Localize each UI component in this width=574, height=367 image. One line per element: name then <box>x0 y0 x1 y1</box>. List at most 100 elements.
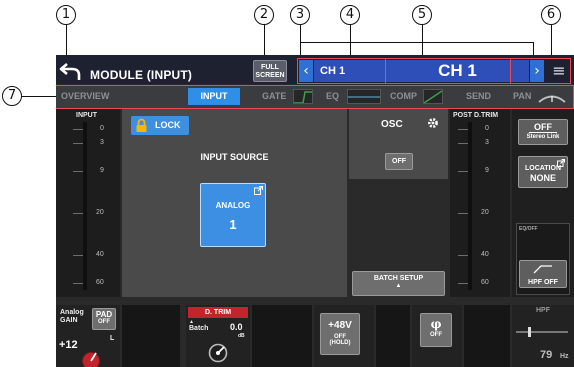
meter-tick <box>73 171 83 172</box>
meter-tick <box>458 283 468 284</box>
meter-tick <box>73 255 83 256</box>
scale-20: 20 <box>96 209 104 216</box>
analog-gain-line1: Analog <box>60 309 84 316</box>
empty-cell <box>252 305 312 367</box>
hpf-title: HPF <box>536 307 550 314</box>
post-scale-9: 9 <box>485 167 489 174</box>
digital-trim-cell[interactable]: D. TRIM ▲ Batch 0.0 dB <box>186 305 250 367</box>
input-source-button[interactable]: ANALOG 1 <box>200 183 266 247</box>
title-bar: MODULE (INPUT) FULL SCREEN ‹ CH 1 CH 1 ›… <box>56 55 574 84</box>
stereo-link-button[interactable]: OFF Stereo Link <box>518 119 568 145</box>
phantom-label: +48V <box>328 320 352 331</box>
meter-tick <box>458 143 468 144</box>
phase-button[interactable]: φ OFF <box>420 313 452 347</box>
highlight-frame <box>56 85 574 109</box>
batch-setup-button[interactable]: BATCH SETUP ▲ <box>352 271 445 296</box>
scale-40: 40 <box>96 251 104 258</box>
manual-figure: 1 2 3 4 5 6 7 MODULE (INPUT) FULL SCREEN… <box>0 0 574 367</box>
phantom-hold: (HOLD) <box>329 340 351 346</box>
hpf-slider-handle[interactable] <box>528 327 531 337</box>
hpf-curve-icon <box>533 265 552 274</box>
full-screen-button[interactable]: FULL SCREEN <box>253 60 287 82</box>
analog-gain-cell[interactable]: Analog GAIN PAD OFF +12 L <box>56 305 120 367</box>
post-dtrim-meter-panel: POST D.TRIM 0 3 9 20 40 60 <box>450 109 510 297</box>
full-screen-label-1: FULL <box>261 64 279 71</box>
highlight-frame <box>297 58 571 84</box>
lock-label: LOCK <box>155 120 181 130</box>
meter-tick <box>73 213 83 214</box>
callout-2: 2 <box>254 5 274 25</box>
input-meter-panel: INPUT 0 3 9 20 40 60 <box>56 109 120 297</box>
stereo-link-label: Stereo Link <box>526 134 560 140</box>
analog-gain-line2: GAIN <box>60 317 78 324</box>
location-value: NONE <box>529 173 556 183</box>
dtrim-value: 0.0 <box>230 322 243 332</box>
meter-tick <box>458 213 468 214</box>
mixer-screen: MODULE (INPUT) FULL SCREEN ‹ CH 1 CH 1 ›… <box>56 55 574 367</box>
phantom-power-button[interactable]: +48V OFF (HOLD) <box>320 313 360 355</box>
scale-60: 60 <box>96 279 104 286</box>
dtrim-unit: dB <box>238 333 245 339</box>
empty-cell <box>122 305 180 367</box>
phase-state: OFF <box>430 332 442 338</box>
dtrim-knob-icon <box>208 343 228 363</box>
phase-icon: φ <box>430 317 442 331</box>
leader-line <box>66 25 67 59</box>
batch-label: Batch <box>189 325 209 332</box>
source-number-label: 1 <box>229 217 237 232</box>
back-button[interactable] <box>58 60 84 82</box>
hpf-cell[interactable]: HPF 79 Hz <box>512 305 574 367</box>
input-source-title: INPUT SOURCE <box>200 152 269 162</box>
source-type-label: ANALOG <box>215 201 251 210</box>
input-source-panel: LOCK INPUT SOURCE ANALOG 1 <box>122 109 347 297</box>
input-meter-bar <box>83 122 87 290</box>
scale-3: 3 <box>100 139 104 146</box>
padlock-icon <box>136 118 147 132</box>
external-link-icon <box>254 186 263 195</box>
gear-icon[interactable] <box>427 117 439 129</box>
hpf-button[interactable]: HPF OFF <box>519 260 567 288</box>
hpf-off-label: HPF OFF <box>528 279 558 286</box>
pad-button[interactable]: PAD OFF <box>92 308 116 330</box>
hpf-slider-track <box>516 331 568 333</box>
osc-panel: OSC OFF <box>349 109 448 179</box>
callout-7: 7 <box>2 86 22 106</box>
post-scale-60: 60 <box>481 279 489 286</box>
hpf-unit: Hz <box>560 353 569 360</box>
meter-tick <box>458 129 468 130</box>
callout-6: 6 <box>541 5 561 25</box>
osc-off-button[interactable]: OFF <box>385 153 413 170</box>
callout-3: 3 <box>290 5 310 25</box>
gain-value: +12 <box>59 339 78 351</box>
highlight-divider <box>510 58 511 84</box>
leader-line <box>22 96 56 97</box>
batch-setup-arrow: ▲ <box>395 283 402 289</box>
input-meter-label: INPUT <box>76 112 97 119</box>
scale-0: 0 <box>100 125 104 132</box>
empty-cell <box>464 305 510 367</box>
stereo-link-state: OFF <box>529 122 557 133</box>
osc-label: OSC <box>381 119 403 130</box>
gain-side: L <box>110 335 115 342</box>
dtrim-label: D. TRIM <box>188 307 248 318</box>
tab-bar: OVERVIEW INPUT GATE EQ COMP SEND PAN <box>56 85 574 109</box>
callout-5: 5 <box>412 5 432 25</box>
leader-line <box>300 42 534 43</box>
batch-setup-label: BATCH SETUP <box>373 275 424 282</box>
eq-off-label: EQ/OFF <box>519 226 538 232</box>
post-dtrim-label: POST D.TRIM <box>453 112 499 119</box>
meter-tick <box>73 129 83 130</box>
meter-tick <box>73 283 83 284</box>
post-scale-0: 0 <box>485 125 489 132</box>
hpf-value: 79 <box>540 349 553 361</box>
eq-hpf-panel: EQ/OFF HPF OFF <box>516 223 570 295</box>
callout-4: 4 <box>340 5 360 25</box>
empty-cell <box>376 305 410 367</box>
scale-9: 9 <box>100 167 104 174</box>
lock-button[interactable]: LOCK <box>131 116 189 135</box>
external-link-icon <box>557 159 565 167</box>
location-button[interactable]: LOCATION NONE <box>518 156 568 188</box>
post-scale-3: 3 <box>485 139 489 146</box>
meter-tick <box>458 171 468 172</box>
callout-1: 1 <box>56 5 76 25</box>
